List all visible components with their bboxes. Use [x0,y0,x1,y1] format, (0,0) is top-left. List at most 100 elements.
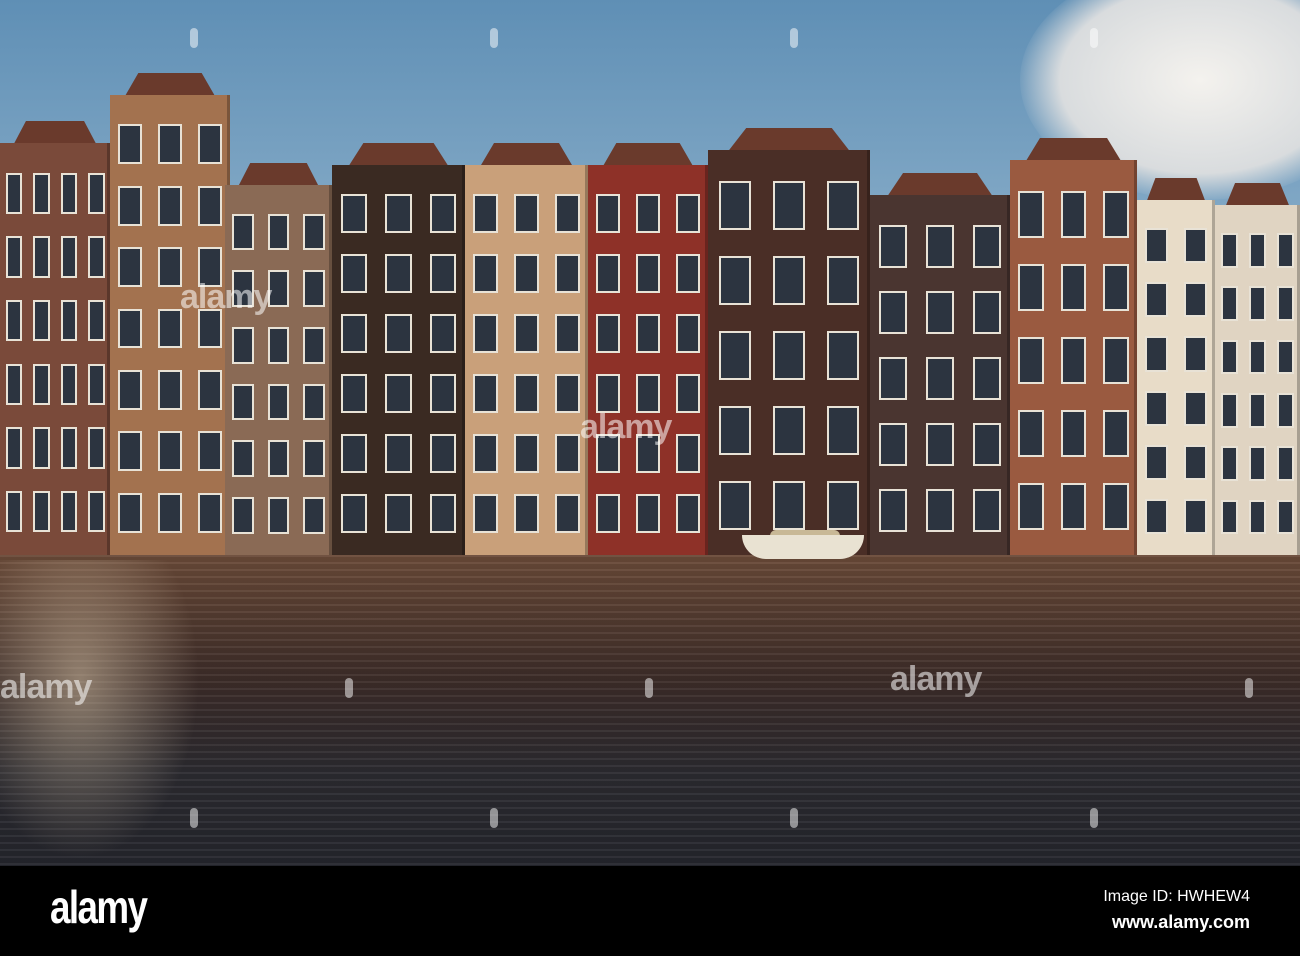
window [879,488,908,532]
window [1060,482,1087,531]
window [718,481,752,530]
window [514,494,539,533]
window [385,374,412,413]
window [676,494,700,533]
window [926,224,954,268]
window [1249,339,1266,375]
window [473,494,498,533]
window [826,256,860,305]
window [33,427,50,469]
window [267,213,290,251]
watermark-mark [490,808,498,828]
window [429,374,457,413]
window [596,314,620,353]
window [555,314,580,353]
window [972,224,1001,268]
window [972,488,1001,532]
window [60,236,77,278]
window [555,194,580,233]
window [972,356,1001,400]
window [267,440,290,477]
window [636,314,660,353]
window [1220,233,1238,268]
window [88,427,105,469]
window [676,374,700,413]
window [118,124,142,165]
window [303,326,325,364]
window [772,331,806,380]
window [267,383,290,421]
window [1018,409,1044,458]
window [1018,263,1044,312]
window [1144,444,1169,480]
window [340,434,368,473]
window [232,496,254,534]
watermark-mark [490,28,498,48]
watermark: alamy [0,668,92,706]
window [1277,446,1295,481]
window [1249,286,1266,321]
window [1249,393,1266,428]
window [1018,482,1044,531]
watermark-mark [645,678,653,698]
window [1277,233,1295,268]
window [676,434,700,473]
window [385,194,412,233]
window [826,406,860,455]
window [340,494,368,533]
website-link[interactable]: www.alamy.com [1112,912,1250,933]
window [879,356,908,400]
window [772,256,806,305]
window [5,363,22,405]
window [1060,263,1087,312]
window [1277,339,1295,375]
window [60,172,77,214]
window [718,406,752,455]
window [1277,393,1295,428]
window [198,185,222,226]
window [473,374,498,413]
window [88,363,105,405]
window [303,213,325,251]
window [158,185,182,226]
window [596,494,620,533]
window [198,431,222,472]
window [429,434,457,473]
window [158,492,182,533]
window [1103,263,1129,312]
window [718,256,752,305]
window [555,494,580,533]
window [1103,190,1129,239]
window [596,194,620,233]
window [340,314,368,353]
watermark: alamy [180,278,272,316]
window [303,270,325,307]
window [118,431,142,472]
window [772,481,806,530]
window [473,254,498,293]
window [118,185,142,226]
window [1183,282,1208,318]
window [158,431,182,472]
alamy-logo[interactable]: alamy [50,880,148,934]
canal-house [870,173,1010,555]
window [473,314,498,353]
window [676,194,700,233]
window [1103,482,1129,531]
window [826,481,860,530]
window [5,236,22,278]
window [60,427,77,469]
window [1060,190,1087,239]
window [879,290,908,334]
window [555,254,580,293]
window [1183,444,1208,480]
window [1144,228,1169,264]
watermark-mark [345,678,353,698]
window [198,369,222,410]
window [118,308,142,349]
window [340,194,368,233]
window [473,194,498,233]
window [636,494,660,533]
window [118,247,142,287]
window [429,254,457,293]
